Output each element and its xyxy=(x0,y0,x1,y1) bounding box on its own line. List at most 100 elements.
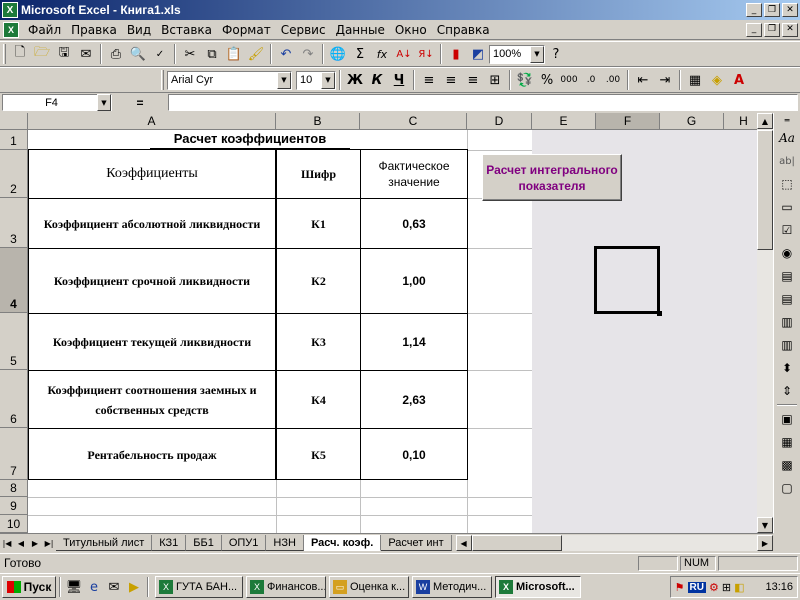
thousands-button[interactable]: 000 xyxy=(558,69,580,91)
menu-view[interactable]: Вид xyxy=(122,23,156,37)
scroll-thumb[interactable] xyxy=(471,535,562,551)
tray-antivirus-icon[interactable]: ⚑ xyxy=(675,581,685,594)
toolbar-grip[interactable]: ═ xyxy=(775,114,799,126)
sort-descending-icon[interactable]: Я↓ xyxy=(415,43,437,65)
column-header-a[interactable]: A xyxy=(28,113,276,130)
font-size-select[interactable]: 10 ▼ xyxy=(296,70,336,90)
doc-close-button[interactable]: ✕ xyxy=(782,22,798,37)
minimize-button[interactable]: _ xyxy=(746,3,762,17)
chevron-down-icon[interactable]: ▼ xyxy=(97,94,111,111)
coef-code-cell[interactable]: К4 xyxy=(277,371,360,428)
drawing-icon[interactable]: ◩ xyxy=(467,43,489,65)
row-header-7[interactable]: 7 xyxy=(0,428,28,480)
paste-icon[interactable]: 📋 xyxy=(223,43,245,65)
control-properties-icon[interactable]: ▣ xyxy=(775,408,799,430)
coef-value-cell[interactable]: 0,10 xyxy=(361,429,467,480)
format-painter-icon[interactable]: 🖌 xyxy=(245,43,267,65)
redo-icon[interactable]: ↷ xyxy=(297,43,319,65)
cut-icon[interactable]: ✂ xyxy=(179,43,201,65)
scroll-up-icon[interactable]: ▲ xyxy=(757,113,773,129)
column-header-g[interactable]: G xyxy=(660,113,724,130)
combo-dropdown-icon[interactable]: ▥ xyxy=(775,334,799,356)
tray-network-icon[interactable]: ⊞ xyxy=(722,581,731,594)
row-header-4[interactable]: 4 xyxy=(0,248,28,313)
horizontal-scrollbar[interactable]: ◀ ▶ xyxy=(455,535,773,551)
column-header-b[interactable]: B xyxy=(276,113,360,130)
form-checkbox[interactable] xyxy=(594,246,660,314)
name-box[interactable]: F4 ▼ xyxy=(2,94,112,111)
workbook-icon[interactable]: X xyxy=(3,21,19,38)
column-header-d[interactable]: D xyxy=(467,113,532,130)
autosum-icon[interactable]: Σ xyxy=(349,43,371,65)
start-button[interactable]: Пуск xyxy=(2,576,56,598)
underline-button[interactable]: Ч xyxy=(388,69,410,91)
undo-icon[interactable]: ↶ xyxy=(275,43,297,65)
menu-edit[interactable]: Правка xyxy=(66,23,122,37)
row-header-5[interactable]: 5 xyxy=(0,313,28,370)
chevron-down-icon[interactable]: ▼ xyxy=(321,71,335,89)
clock[interactable]: 13:16 xyxy=(765,581,793,593)
close-button[interactable]: ✕ xyxy=(782,3,798,17)
group-box-icon[interactable]: ⬚ xyxy=(775,173,799,195)
media-player-icon[interactable]: ▶ xyxy=(124,577,144,597)
toolbar-grip[interactable] xyxy=(161,70,164,90)
column-header-c[interactable]: C xyxy=(360,113,467,130)
taskbar-task-active[interactable]: X Microsoft... xyxy=(495,576,581,598)
decrease-decimal-icon[interactable]: .00 xyxy=(602,69,624,91)
align-center-icon[interactable]: ≡ xyxy=(440,69,462,91)
run-dialog-icon[interactable]: ▢ xyxy=(775,477,799,499)
coef-name-cell[interactable]: Коэффициент срочной ликвидности xyxy=(32,249,272,313)
row-header-8[interactable]: 8 xyxy=(0,480,28,497)
font-color-icon[interactable]: A xyxy=(728,69,750,91)
select-all-corner[interactable] xyxy=(0,113,28,130)
edit-code-icon[interactable]: ▦ xyxy=(775,431,799,453)
taskbar-task[interactable]: ▭ Оценка к... xyxy=(329,576,409,598)
coef-name-cell[interactable]: Рентабельность продаж xyxy=(32,429,272,480)
menu-insert[interactable]: Вставка xyxy=(156,23,217,37)
sheet-tab[interactable]: ОПУ1 xyxy=(221,535,267,551)
copy-icon[interactable]: ⧉ xyxy=(201,43,223,65)
button-tool-icon[interactable]: ▭ xyxy=(775,196,799,218)
edit-box-icon[interactable]: ab| xyxy=(775,150,799,172)
toolbar-grip[interactable] xyxy=(3,44,6,64)
next-sheet-icon[interactable]: ▶ xyxy=(28,536,42,551)
checkbox-tool-icon[interactable]: ☑ xyxy=(775,219,799,241)
taskbar-task[interactable]: W Методич... xyxy=(412,576,492,598)
sheet-tab[interactable]: КЗ1 xyxy=(152,535,187,551)
coef-name-cell[interactable]: Коэффициент соотношения заемных и собств… xyxy=(30,371,274,428)
help-icon[interactable]: ? xyxy=(545,43,567,65)
label-tool-icon[interactable]: Aa xyxy=(775,127,799,149)
coef-value-cell[interactable]: 2,63 xyxy=(361,371,467,428)
coef-name-cell[interactable]: Коэффициент текущей ликвидности xyxy=(32,314,272,370)
column-header-f[interactable]: F xyxy=(596,113,660,130)
increase-indent-icon[interactable]: ⇥ xyxy=(654,69,676,91)
sheet-tab[interactable]: Расчет инт xyxy=(381,535,452,551)
function-icon[interactable]: fx xyxy=(371,43,393,65)
show-desktop-icon[interactable]: 🖥 xyxy=(64,577,84,597)
taskbar-task[interactable]: X Финансов... xyxy=(246,576,326,598)
outlook-icon[interactable]: ✉ xyxy=(104,577,124,597)
coef-value-cell[interactable]: 1,14 xyxy=(361,314,467,370)
prev-sheet-icon[interactable]: ◀ xyxy=(14,536,28,551)
chevron-down-icon[interactable]: ▼ xyxy=(530,45,544,63)
align-right-icon[interactable]: ≡ xyxy=(462,69,484,91)
chart-wizard-icon[interactable]: ▮ xyxy=(445,43,467,65)
sheet-tab-active[interactable]: Расч. коэф. xyxy=(303,535,382,551)
coef-name-cell[interactable]: Коэффициент абсолютной ликвидности xyxy=(32,199,272,248)
new-icon[interactable]: 🗋 xyxy=(9,43,31,65)
merge-center-icon[interactable]: ⊞ xyxy=(484,69,506,91)
row-header-2[interactable]: 2 xyxy=(0,150,28,198)
combo-list-icon[interactable]: ▥ xyxy=(775,311,799,333)
scroll-down-icon[interactable]: ▼ xyxy=(757,517,773,533)
sheet-tab[interactable]: Титульный лист xyxy=(56,535,153,551)
fill-color-icon[interactable]: ◈ xyxy=(706,69,728,91)
menu-data[interactable]: Данные xyxy=(331,23,390,37)
hyperlink-icon[interactable]: 🌐 xyxy=(327,43,349,65)
menu-format[interactable]: Формат xyxy=(217,23,276,37)
doc-minimize-button[interactable]: _ xyxy=(746,22,762,37)
scroll-thumb[interactable] xyxy=(757,130,773,250)
menu-file[interactable]: Файл xyxy=(23,23,66,37)
scroll-right-icon[interactable]: ▶ xyxy=(757,535,773,551)
spelling-icon[interactable]: ✓ xyxy=(149,43,171,65)
bold-button[interactable]: Ж xyxy=(344,69,366,91)
